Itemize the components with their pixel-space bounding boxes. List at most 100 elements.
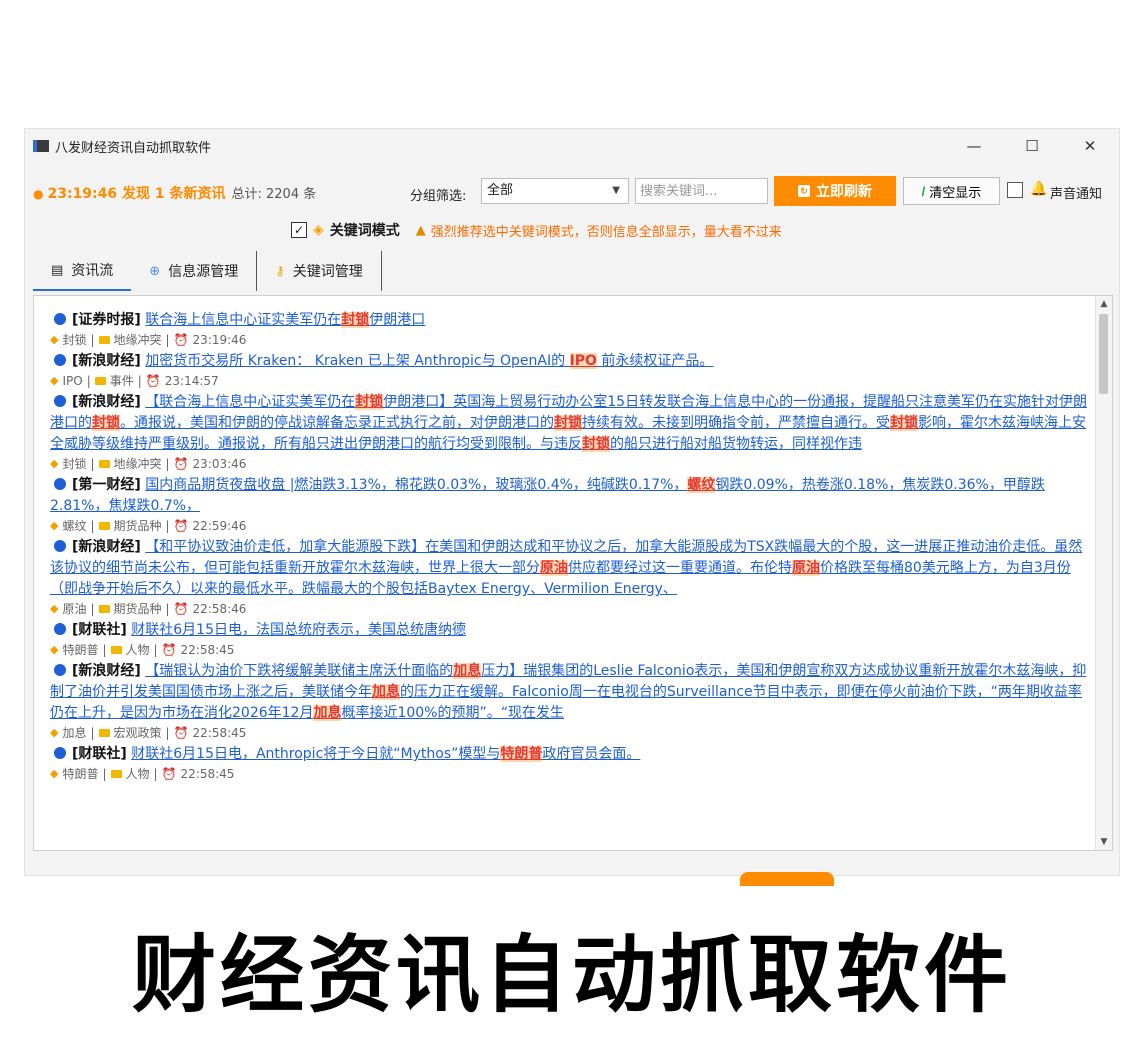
keyword-highlight: 螺纹 (687, 477, 716, 493)
keyword-highlight: 封锁 (582, 436, 610, 452)
keyword-highlight: 原油 (540, 560, 568, 576)
news-meta: ◆ IPO | 事件 | ⏰ 23:14:57 (50, 373, 1088, 389)
news-category: 期货品种 (113, 602, 162, 616)
scroll-down-icon[interactable]: ▼ (1096, 834, 1112, 850)
folder-icon (98, 460, 110, 468)
minimize-button[interactable]: — (945, 129, 1003, 163)
keyword-highlight: 封锁 (554, 415, 582, 431)
clear-display-button[interactable]: / 清空显示 (903, 177, 1000, 205)
news-keyword: IPO (62, 374, 83, 388)
refresh-button[interactable]: ↻ 立即刷新 (774, 176, 896, 206)
news-link[interactable]: 财联社6月15日电，法国总统府表示，美国总统唐纳德 (131, 622, 466, 638)
news-keyword: 封锁 (62, 333, 87, 347)
folder-icon (98, 605, 110, 613)
group-filter-select[interactable]: 全部 ▼ (481, 178, 629, 204)
folder-icon (94, 377, 106, 385)
news-meta: ◆ 原油 | 期货品种 | ⏰ 22:58:46 (50, 601, 1088, 617)
maximize-button[interactable]: ☐ (1003, 129, 1061, 163)
news-category: 宏观政策 (113, 726, 162, 740)
tag-icon: ◆ (50, 457, 59, 470)
clock-icon: ⏰ (145, 374, 161, 388)
tag-icon: ◆ (50, 374, 59, 387)
news-keyword: 原油 (62, 602, 87, 616)
news-time: 22:58:45 (192, 726, 247, 740)
news-text: 联合海上信息中心证实美军仍在 (145, 312, 342, 328)
meta-separator: | (102, 643, 107, 657)
promo-banner-title: 财经资讯自动抓取软件 (131, 926, 1012, 1024)
warning-icon: ▲ (415, 222, 426, 238)
news-link[interactable]: 【联合海上信息中心证实美军仍在封锁伊朗港口】英国海上贸易行动办公室15日转发联合… (50, 394, 1087, 452)
news-text: 。通报说，美国和伊朗的停战谅解备忘录正式执行之前，对伊朗港口的 (120, 415, 554, 431)
news-time: 23:19:46 (192, 333, 247, 347)
meta-separator: | (102, 767, 107, 781)
close-button[interactable]: ✕ (1061, 129, 1119, 163)
news-link[interactable]: 【和平协议致油价走低，加拿大能源股下跌】在美国和伊朗达成和平协议之后，加拿大能源… (50, 539, 1082, 597)
title-bar[interactable]: 八发财经资讯自动抓取软件 — ☐ ✕ (25, 129, 1119, 163)
news-feed-list: [证券时报] 联合海上信息中心证实美军仍在封锁伊朗港口 ◆ 封锁 | 地缘冲突 | ⏰ 23:… (50, 310, 1088, 785)
tag-icon: ◆ (50, 602, 59, 615)
meta-separator: | (165, 457, 170, 471)
globe-icon: ⊕ (149, 263, 161, 279)
news-text: 供应都要经过这一重要通道。布伦特 (568, 560, 792, 576)
news-item: [财联社] 财联社6月15日电，Anthropic将于今日就“Mythos”模型… (50, 744, 1088, 782)
clock-icon: ⏰ (173, 457, 189, 471)
meta-separator: | (137, 374, 142, 388)
tab-keyword-management[interactable]: ⚷ 关键词管理 (257, 251, 382, 291)
news-feed-panel[interactable]: [证券时报] 联合海上信息中心证实美军仍在封锁伊朗港口 ◆ 封锁 | 地缘冲突 | ⏰ 23:… (33, 295, 1113, 851)
news-meta: ◆ 加息 | 宏观政策 | ⏰ 22:58:45 (50, 725, 1088, 741)
news-text: 前永续权证产品。 (596, 353, 714, 369)
keyword-highlight: 封锁 (890, 415, 918, 431)
news-category: 地缘冲突 (113, 457, 162, 471)
scrollbar-thumb[interactable] (1099, 314, 1108, 394)
sound-notify-checkbox[interactable] (1007, 182, 1023, 198)
key-icon: ⚷ (275, 263, 285, 279)
scroll-up-icon[interactable]: ▲ (1096, 296, 1112, 312)
news-link[interactable]: 加密货币交易所 Kraken： Kraken 已上架 Anthropic与 Op… (145, 353, 713, 369)
tab-news-feed[interactable]: ▤ 资讯流 (33, 251, 132, 291)
news-link[interactable]: 国内商品期货夜盘收盘 |燃油跌3.13%，棉花跌0.03%，玻璃涨0.4%，纯碱… (50, 477, 1045, 514)
news-text: 【联合海上信息中心证实美军仍在 (145, 394, 356, 410)
news-keyword: 特朗普 (62, 767, 99, 781)
folder-icon (98, 336, 110, 344)
total-count: 总计: 2204 条 (231, 187, 317, 202)
news-time: 22:58:45 (180, 767, 235, 781)
keyword-highlight: 封锁 (341, 312, 370, 328)
bullet-icon (54, 747, 66, 759)
news-time: 22:59:46 (192, 519, 247, 533)
news-headline: [第一财经] 国内商品期货夜盘收盘 |燃油跌3.13%，棉花跌0.03%，玻璃涨… (50, 475, 1088, 517)
keyword-highlight: 加息 (453, 663, 482, 679)
keyword-highlight: 封锁 (355, 394, 384, 410)
vertical-scrollbar[interactable]: ▲ ▼ (1095, 296, 1112, 850)
meta-separator: | (165, 726, 170, 740)
keyword-highlight: IPO (569, 353, 597, 369)
news-category: 事件 (109, 374, 134, 388)
meta-separator: | (153, 767, 158, 781)
news-link[interactable]: 财联社6月15日电，Anthropic将于今日就“Mythos”模型与特朗普政府… (131, 746, 640, 762)
keyword-mode-checkbox[interactable]: ✓ (291, 222, 307, 238)
news-headline: [新浪财经] 加密货币交易所 Kraken： Kraken 已上架 Anthro… (50, 351, 1088, 372)
news-source: [证券时报] (72, 312, 141, 328)
news-category: 期货品种 (113, 519, 162, 533)
news-item: [新浪财经] 【联合海上信息中心证实美军仍在封锁伊朗港口】英国海上贸易行动办公室… (50, 392, 1088, 472)
news-meta: ◆ 特朗普 | 人物 | ⏰ 22:58:45 (50, 642, 1088, 658)
news-source: [新浪财经] (72, 663, 141, 679)
news-text: 财联社6月15日电，法国总统府表示，美国总统唐纳德 (131, 622, 466, 638)
group-filter-label: 分组筛选: (410, 189, 467, 204)
news-link[interactable]: 联合海上信息中心证实美军仍在封锁伊朗港口 (145, 312, 425, 328)
tab-label: 资讯流 (71, 263, 114, 279)
bullet-icon (54, 395, 66, 407)
tab-label: 关键词管理 (292, 264, 363, 280)
search-input[interactable] (635, 178, 768, 204)
status-message: 23:19:46 发现 1 条新资讯 (47, 186, 226, 202)
news-item: [财联社] 财联社6月15日电，法国总统府表示，美国总统唐纳德 ◆ 特朗普 | 人物 | ⏰… (50, 620, 1088, 658)
tab-source-management[interactable]: ⊕ 信息源管理 (131, 251, 258, 291)
clock-icon: ⏰ (173, 519, 189, 533)
news-link[interactable]: 【瑞银认为油价下跌将缓解美联储主席沃什面临的加息压力】瑞银集团的Leslie F… (50, 663, 1086, 721)
keyword-highlight: 封锁 (92, 415, 120, 431)
news-text: 持续有效。未接到明确指令前，严禁擅自通行。受 (582, 415, 890, 431)
window-title: 八发财经资讯自动抓取软件 (55, 140, 212, 156)
refresh-icon: ↻ (798, 185, 810, 197)
keyword-highlight: 原油 (792, 560, 820, 576)
news-keyword: 封锁 (62, 457, 87, 471)
news-headline: [财联社] 财联社6月15日电，法国总统府表示，美国总统唐纳德 (50, 620, 1088, 641)
